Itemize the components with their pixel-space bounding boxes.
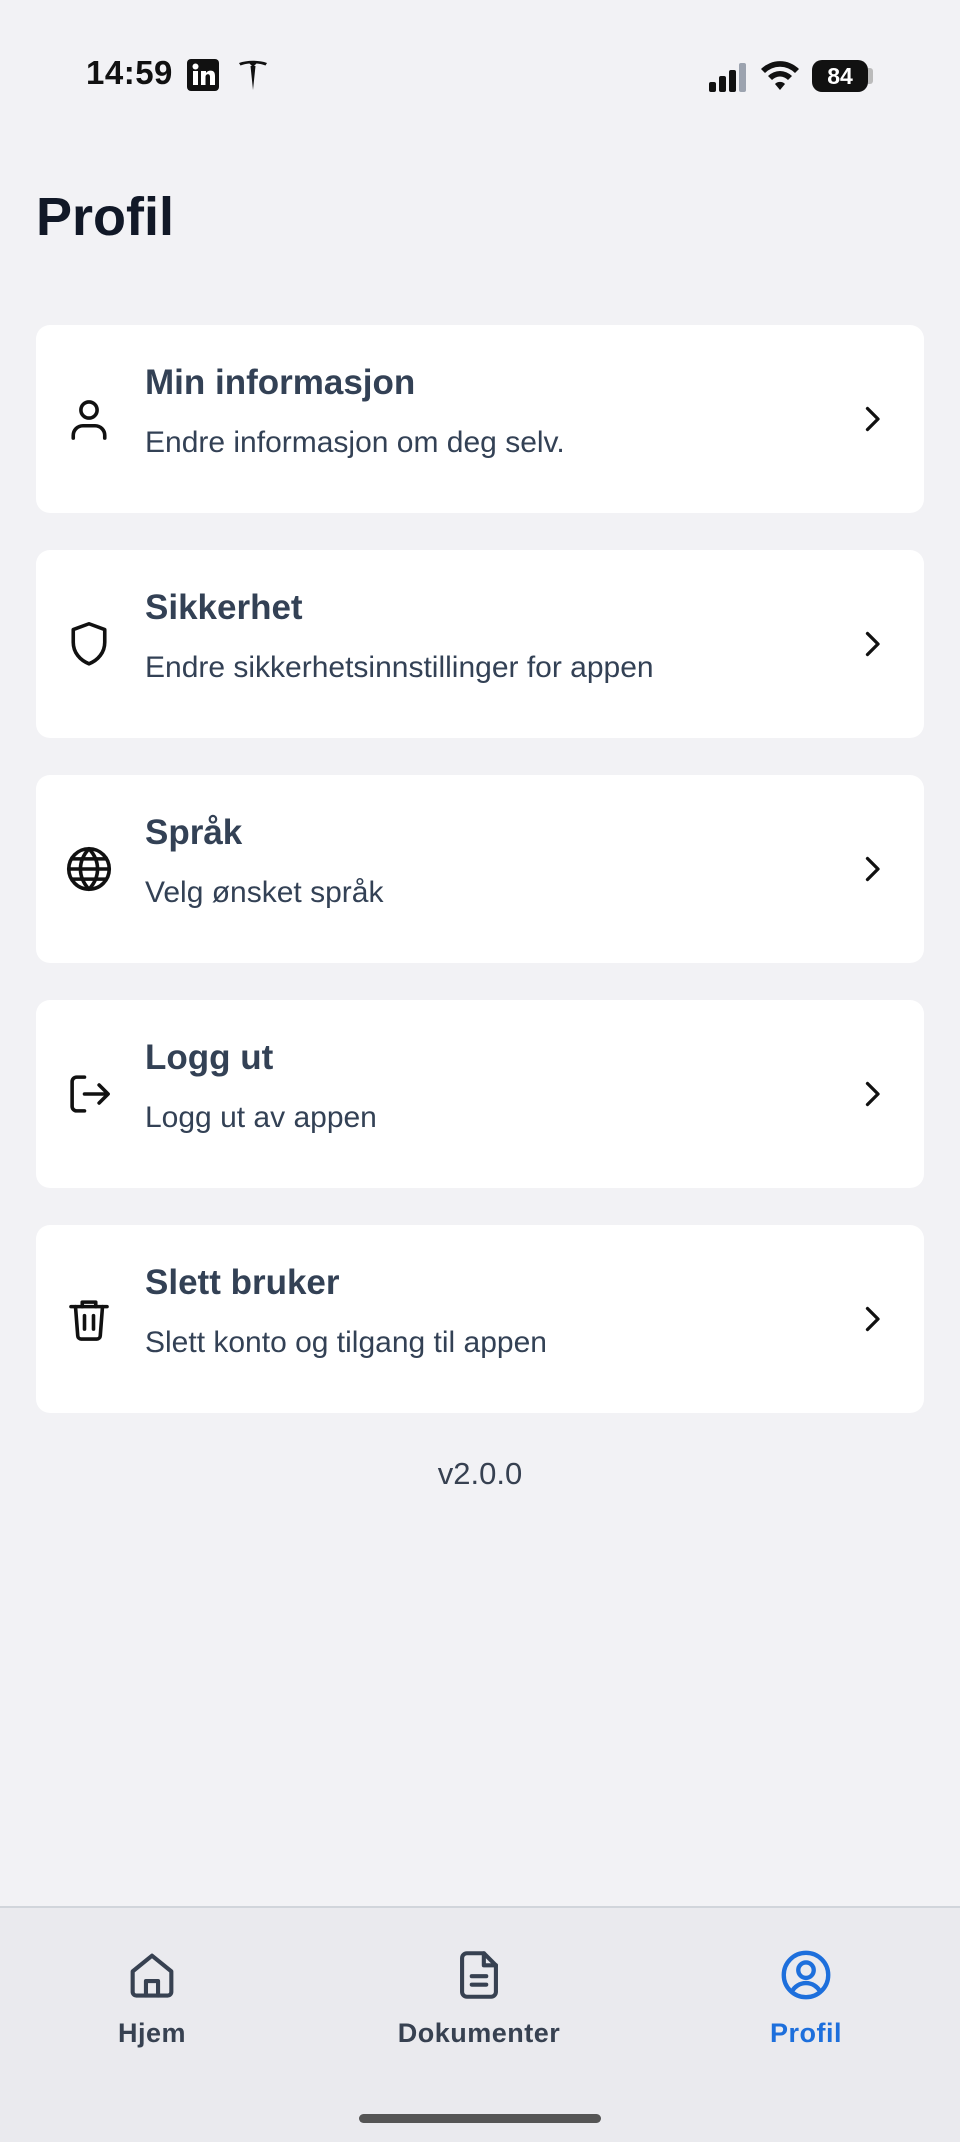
page-title: Profil [36,187,175,247]
menu-item-title: Sikkerhet [145,588,303,627]
app-version: v2.0.0 [437,1456,523,1491]
nav-label: Hjem [117,2018,187,2048]
menu-item-title: Språk [145,813,243,852]
menu-item-min-informasjon[interactable]: Min informasjon Endre informasjon om deg… [36,325,924,513]
signal-icon [709,63,746,92]
trash-icon [62,1292,116,1346]
menu-item-subtitle: Endre informasjon om deg selv. [145,426,565,459]
chevron-right-icon [865,631,880,657]
menu-item-text: Sikkerhet Endre sikkerhetsinnstillinger … [145,590,834,683]
menu-item-slett-bruker[interactable]: Slett bruker Slett konto og tilgang til … [36,1225,924,1413]
menu-item-subtitle: Endre sikkerhetsinnstillinger for appen [145,651,654,684]
shield-icon [62,617,116,671]
menu-item-sikkerhet[interactable]: Sikkerhet Endre sikkerhetsinnstillinger … [36,550,924,738]
menu-item-subtitle: Slett konto og tilgang til appen [145,1326,547,1359]
nav-label: Profil [769,2018,842,2048]
menu-item-subtitle: Velg ønsket språk [145,876,384,909]
battery-level: 84 [827,62,853,89]
linkedin-icon [187,59,219,91]
profile-circle-icon [781,1950,831,2000]
user-icon [62,392,116,446]
menu-item-logg-ut[interactable]: Logg ut Logg ut av appen [36,1000,924,1188]
menu-item-text: Min informasjon Endre informasjon om deg… [145,365,834,458]
globe-icon [62,842,116,896]
menu-item-text: Slett bruker Slett konto og tilgang til … [145,1265,834,1358]
profile-menu: Min informasjon Endre informasjon om deg… [36,325,924,1450]
menu-item-sprak[interactable]: Språk Velg ønsket språk [36,775,924,963]
chevron-right-icon [865,1306,880,1332]
home-icon [130,1953,174,1998]
menu-item-title: Min informasjon [145,363,416,402]
logout-icon [62,1067,116,1121]
home-indicator [359,2114,601,2123]
tesla-icon [239,60,267,90]
battery-tip [868,68,873,84]
status-bar: 14:59 84 [0,0,960,150]
menu-item-text: Logg ut Logg ut av appen [145,1040,834,1133]
nav-item-hjem[interactable]: Hjem [32,1946,272,2049]
wifi-icon [761,61,799,90]
bottom-nav: Hjem Dokumenter Profil [0,1906,960,2142]
battery-icon: 84 [812,60,868,92]
menu-item-title: Slett bruker [145,1263,340,1302]
profile-screen: 14:59 84 Profil Min informasjon Endre in… [0,0,960,2142]
menu-item-subtitle: Logg ut av appen [145,1101,377,1134]
chevron-right-icon [865,1081,880,1107]
status-time: 14:59 [86,54,173,91]
document-icon [460,1951,498,1999]
chevron-right-icon [865,406,880,432]
menu-item-text: Språk Velg ønsket språk [145,815,834,908]
nav-label: Dokumenter [397,2018,561,2048]
nav-item-profil[interactable]: Profil [686,1946,926,2049]
nav-item-dokumenter[interactable]: Dokumenter [359,1946,599,2049]
menu-item-title: Logg ut [145,1038,274,1077]
chevron-right-icon [865,856,880,882]
